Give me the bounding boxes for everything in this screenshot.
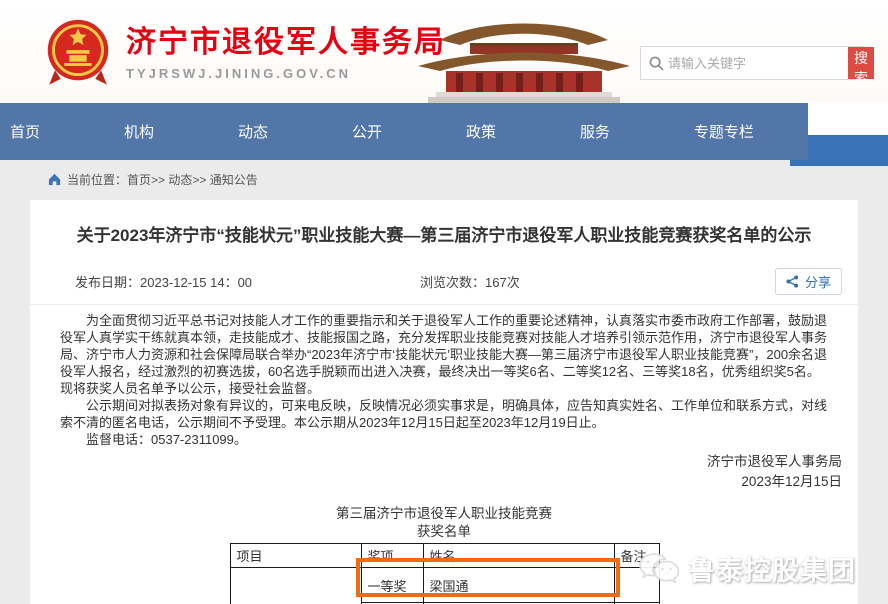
site-url: TYJRSWJ.JINING.GOV.CN (126, 66, 446, 81)
site-brand: 济宁市退役军人事务局 TYJRSWJ.JINING.GOV.CN (42, 14, 446, 92)
table-caption-line1: 第三届济宁市退役军人职业技能竞赛 (30, 505, 858, 523)
search-icon (649, 56, 664, 71)
search-box: 搜索 (640, 46, 864, 80)
site-header: 济宁市退役军人事务局 TYJRSWJ.JINING.GOV.CN (0, 0, 888, 103)
search-input[interactable] (664, 56, 848, 71)
breadcrumb: 当前位置： 首页>> 动态>> 通知公告 (48, 171, 258, 188)
publish-date: 发布日期：2023-12-15 14：00 (75, 272, 252, 291)
brand-text: 济宁市退役军人事务局 TYJRSWJ.JINING.GOV.CN (126, 26, 446, 81)
nav-item-service[interactable]: 服务 (580, 121, 610, 142)
share-label: 分享 (805, 272, 831, 291)
paragraph: 监督电话：0537-2311099。 (60, 431, 832, 448)
article-meta: 发布日期：2023-12-15 14：00 浏览次数：167次 分享 (30, 268, 858, 295)
home-icon (48, 173, 61, 186)
nav-item-public[interactable]: 公开 (352, 121, 382, 142)
names-cell: 梁国通 (423, 568, 614, 603)
breadcrumb-path[interactable]: 首页>> 动态>> 通知公告 (127, 171, 258, 188)
nav-item-news[interactable]: 动态 (238, 121, 268, 142)
remark-cell (614, 568, 659, 603)
col-header-project: 项目 (230, 544, 361, 568)
table-caption-line2: 获奖名单 (30, 523, 858, 541)
paragraph: 为全面贯彻习近平总书记对技能人才工作的重要指示和关于退役军人工作的重要论述精神，… (60, 312, 832, 397)
table-caption: 第三届济宁市退役军人职业技能竞赛 获奖名单 (30, 505, 858, 541)
nav-item-policy[interactable]: 政策 (466, 121, 496, 142)
signature-org: 济宁市退役军人事务局 (30, 452, 842, 472)
project-cell: 无人机操控 (230, 568, 361, 604)
article-card: 关于2023年济宁市“技能状元”职业技能大赛—第三届济宁市退役军人职业技能竞赛获… (30, 200, 858, 604)
col-header-remark: 备注 (614, 544, 659, 568)
share-icon (786, 275, 799, 288)
col-header-names: 姓名 (423, 544, 614, 568)
col-header-award: 奖项 (361, 544, 423, 568)
site-title: 济宁市退役军人事务局 (126, 26, 446, 60)
award-cell: 一等奖 (361, 568, 423, 603)
paragraph: 公示期间对拟表扬对象有异议的，可来电反映，反映情况必须实事求是，明确具体，应告知… (60, 397, 832, 431)
breadcrumb-prefix: 当前位置： (67, 171, 127, 188)
nav-item-home[interactable]: 首页 (10, 121, 40, 142)
table-row: 无人机操控 一等奖 梁国通 (230, 568, 659, 603)
palace-banner-image (412, 10, 636, 103)
nav-item-special[interactable]: 专题专栏 (694, 121, 754, 142)
award-table-wrap: 项目 奖项 姓名 备注 无人机操控 一等奖 梁国通 二等奖 韩帅 李富东 (230, 543, 659, 604)
share-button[interactable]: 分享 (775, 268, 842, 295)
nav-item-org[interactable]: 机构 (124, 121, 154, 142)
article-body: 为全面贯彻习近平总书记对技能人才工作的重要指示和关于退役军人工作的重要论述精神，… (30, 305, 858, 448)
article-title: 关于2023年济宁市“技能状元”职业技能大赛—第三届济宁市退役军人职业技能竞赛获… (70, 225, 818, 247)
search-input-wrap (641, 47, 848, 79)
signature-block: 济宁市退役军人事务局 2023年12月15日 (30, 452, 858, 492)
table-header-row: 项目 奖项 姓名 备注 (230, 544, 659, 568)
view-count: 浏览次数：167次 (420, 272, 520, 291)
award-table: 项目 奖项 姓名 备注 无人机操控 一等奖 梁国通 二等奖 韩帅 李富东 (230, 543, 660, 604)
page-body: 当前位置： 首页>> 动态>> 通知公告 关于2023年济宁市“技能状元”职业技… (0, 160, 888, 604)
signature-date: 2023年12月15日 (30, 472, 842, 492)
national-emblem-icon (42, 14, 114, 92)
main-nav: 首页 机构 动态 公开 政策 服务 专题专栏 (0, 103, 808, 160)
page: 济宁市退役军人事务局 TYJRSWJ.JINING.GOV.CN (0, 0, 888, 604)
search-button[interactable]: 搜索 (848, 47, 874, 79)
